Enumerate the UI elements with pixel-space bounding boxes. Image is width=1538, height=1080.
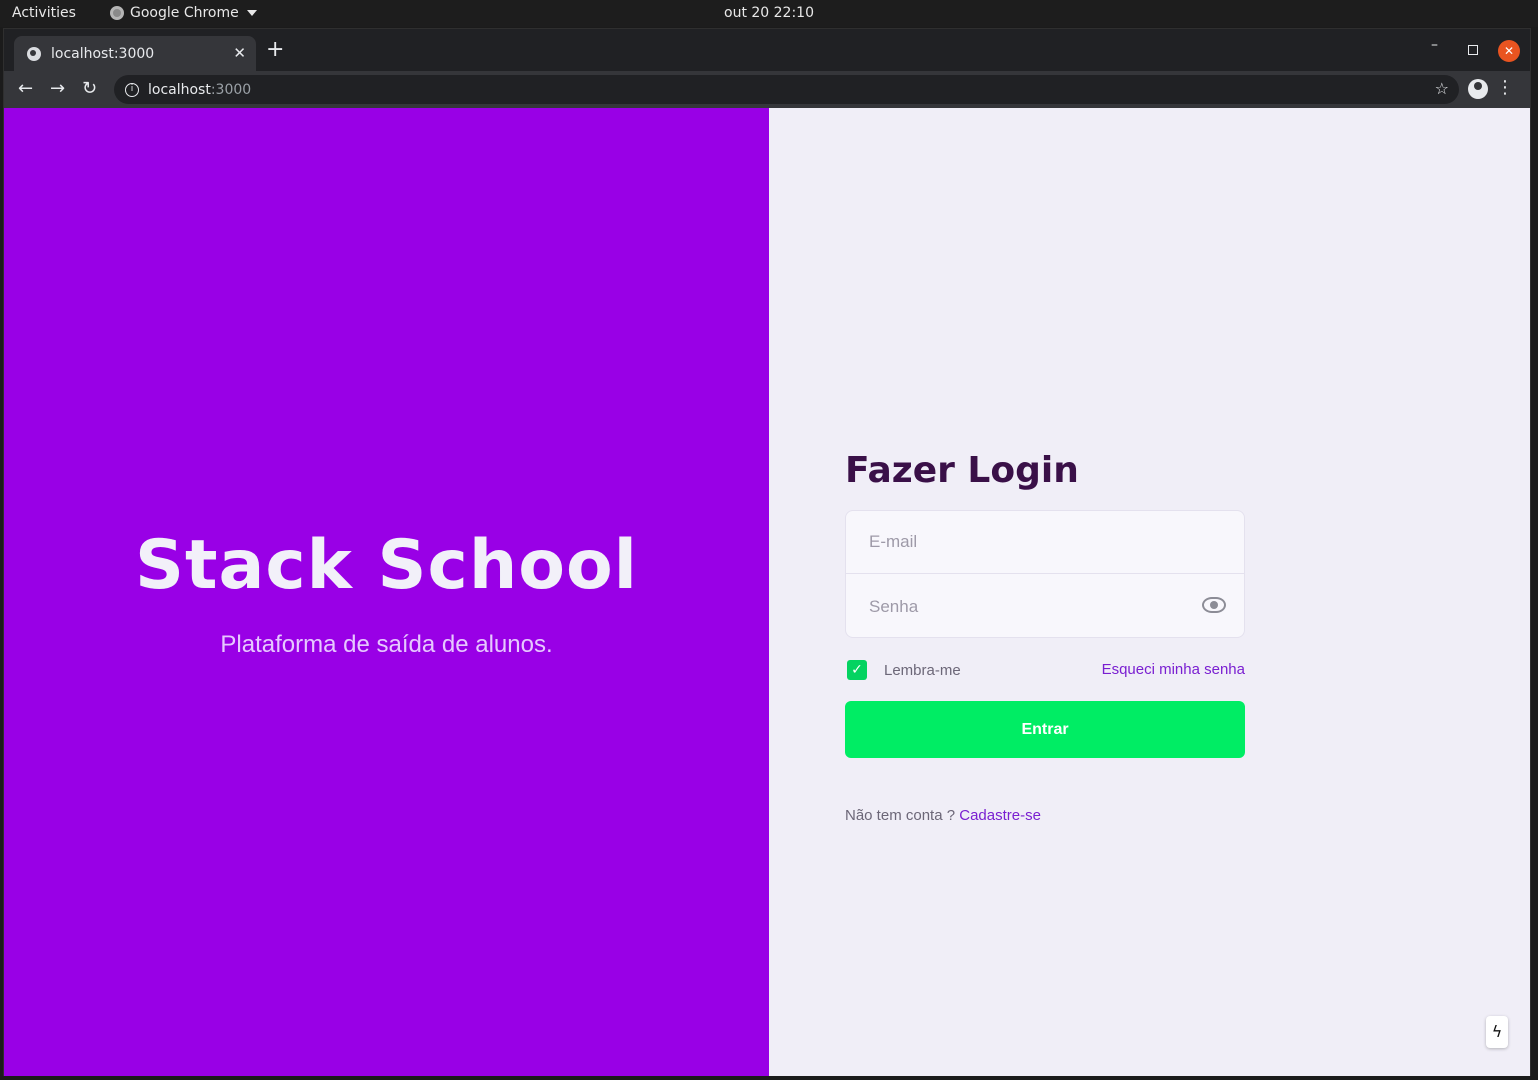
signup-link[interactable]: Cadastre-se [959,807,1041,824]
password-field[interactable] [846,575,1244,638]
info-icon[interactable]: i [125,82,139,97]
maximize-button[interactable] [1468,45,1478,55]
remember-me[interactable]: ✓ Lembra-me [847,660,961,680]
tab-strip: localhost:3000 ✕ + – ✕ [4,29,1530,71]
browser-window: localhost:3000 ✕ + – ✕ ← → ↻ i localhost… [3,28,1531,1076]
close-tab-icon[interactable]: ✕ [233,44,246,62]
brand-tagline: Plataforma de saída de alunos. [220,631,553,658]
forward-arrow-icon[interactable]: → [50,79,65,99]
url-host: localhost [148,81,211,98]
back-arrow-icon[interactable]: ← [18,79,33,99]
forgot-password-link[interactable]: Esqueci minha senha [1094,661,1245,678]
eye-icon[interactable] [1202,597,1226,613]
page-viewport: Stack School Plataforma de saída de alun… [4,108,1530,1076]
profile-avatar-icon[interactable] [1468,79,1488,99]
password-field-wrapper [846,575,1244,638]
email-field[interactable] [846,511,1244,573]
address-bar[interactable]: i localhost:3000 ☆ [114,75,1459,104]
login-title: Fazer Login [845,450,1079,491]
email-field-wrapper [846,511,1244,574]
browser-tab[interactable]: localhost:3000 ✕ [14,36,256,71]
credentials-group [845,510,1245,638]
bookmark-star-icon[interactable]: ☆ [1435,79,1449,98]
system-top-bar: Activities Google Chrome out 20 22:10 [0,0,1538,27]
signup-row: Não tem conta ? Cadastre-se [845,807,1041,824]
system-clock[interactable]: out 20 22:10 [0,5,1538,21]
new-tab-button[interactable]: + [266,39,284,61]
bolt-icon[interactable]: ϟ [1486,1016,1508,1048]
reload-icon[interactable]: ↻ [82,79,97,99]
signup-prompt: Não tem conta ? [845,807,956,824]
minimize-button[interactable]: – [1431,37,1438,53]
login-button[interactable]: Entrar [845,701,1245,758]
tab-title: localhost:3000 [51,45,155,62]
login-panel: Fazer Login ✓ Lembra-me Esqueci minha se… [769,108,1530,1076]
brand-title: Stack School [134,526,638,605]
globe-icon [27,46,41,61]
menu-kebab-icon[interactable]: ⋮ [1496,79,1514,97]
url-port: :3000 [210,81,252,98]
brand-panel: Stack School Plataforma de saída de alun… [4,108,769,1076]
browser-toolbar: ← → ↻ i localhost:3000 ☆ ⋮ [4,71,1530,108]
remember-checkbox[interactable]: ✓ [847,660,867,680]
close-window-button[interactable]: ✕ [1498,40,1520,62]
remember-label: Lembra-me [884,661,961,679]
